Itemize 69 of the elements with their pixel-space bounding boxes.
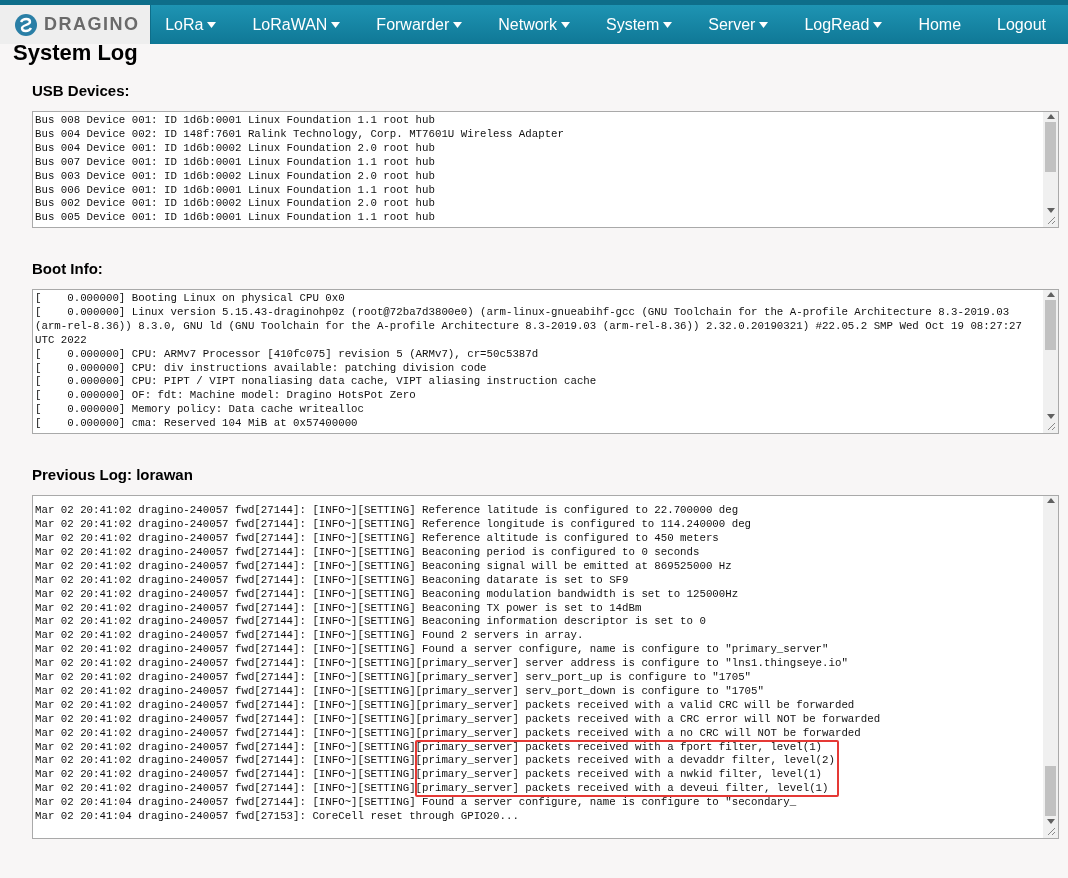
log-line: Bus 008 Device 001: ID 1d6b:0001 Linux Foundation 1.1 root hub bbox=[35, 114, 436, 128]
log-line: Mar 02 20:41:02 dragino-240057 fwd[27144]: [INFO~][SETTING][primary_server] server address is configure to "lns1.thingseye.io" bbox=[35, 657, 849, 672]
resize-grip-icon[interactable] bbox=[1046, 826, 1056, 836]
log-line: [ 0.000000] CPU: PIPT / VIPT nonaliasing data cache, VIPT aliasing instruction cache bbox=[35, 375, 598, 390]
log-line: [ 0.000000] Memory policy: Data cache writealloc bbox=[35, 403, 365, 418]
scrollbar[interactable] bbox=[1043, 112, 1058, 227]
log-line: Mar 02 20:41:02 dragino-240057 fwd[27144]: [INFO~][SETTING][primary_server] serv_port_down is configure to "1705" bbox=[35, 684, 765, 699]
log-line: Bus 004 Device 002: ID 148f:7601 Ralink Technology, Corp. MT7601U Wireless Adapter bbox=[35, 127, 565, 142]
nav-menu-item[interactable]: LoRaWAN bbox=[238, 5, 355, 44]
scroll-down-arrow-icon[interactable] bbox=[1046, 414, 1055, 419]
section-heading: Boot Info: bbox=[32, 260, 104, 278]
log-line: Mar 02 20:41:02 dragino-240057 fwd[27144]: [INFO~][SETTING] Reference altitude is configured to 450 meters bbox=[35, 531, 720, 546]
scrollbar-thumb[interactable] bbox=[1045, 300, 1056, 350]
log-line: Mar 02 20:41:02 dragino-240057 fwd[27144]: [INFO~][SETTING] Beaconing datarate is set to SF9 bbox=[35, 573, 630, 588]
scroll-down-arrow-icon[interactable] bbox=[1046, 208, 1055, 213]
scroll-up-arrow-icon[interactable] bbox=[1046, 498, 1055, 503]
nav-menu-item[interactable]: Home bbox=[904, 5, 976, 44]
log-line: [ 0.000000] cma: Reserved 104 MiB at 0x57400000 bbox=[35, 417, 359, 432]
log-line: Bus 003 Device 001: ID 1d6b:0002 Linux Foundation 2.0 root hub bbox=[35, 169, 436, 184]
log-line: Mar 02 20:41:02 dragino-240057 fwd[27144]: [INFO~][SETTING] Beaconing information descriptor is set to 0 bbox=[35, 615, 707, 630]
log-line: Mar 02 20:41:02 dragino-240057 fwd[27144]: [INFO~][SETTING] Beaconing period is configured to 0 seconds bbox=[35, 545, 701, 560]
log-line: [ 0.000000] CPU: div instructions available: patching division code bbox=[35, 361, 488, 376]
nav-menu-item[interactable]: Network bbox=[484, 5, 584, 44]
section-heading: Previous Log: lorawan bbox=[32, 466, 194, 484]
resize-grip-icon[interactable] bbox=[1046, 215, 1056, 225]
log-line: Mar 02 20:41:02 dragino-240057 fwd[27144]: [INFO~][SETTING][primary_server] serv_port_up is configure to "1705" bbox=[35, 671, 753, 685]
log-line: Mar 02 20:41:02 dragino-240057 fwd[27144]: [INFO~][SETTING][primary_server] packets received with a valid CRC will be forwarded bbox=[35, 698, 856, 713]
log-line: Mar 02 20:41:04 dragino-240057 fwd[27144]: [INFO~][SETTING] Found a server configure, name is configure to "secondary_ bbox=[35, 796, 798, 811]
nav-menu-item[interactable]: LoRa bbox=[151, 5, 231, 44]
scrollbar[interactable] bbox=[1043, 496, 1058, 838]
log-line: Bus 006 Device 001: ID 1d6b:0001 Linux Foundation 1.1 root hub bbox=[35, 183, 436, 198]
nav-menu-item[interactable]: System bbox=[591, 5, 687, 44]
scrollbar[interactable] bbox=[1043, 290, 1058, 433]
log-line: Bus 007 Device 001: ID 1d6b:0001 Linux Foundation 1.1 root hub bbox=[35, 155, 436, 170]
log-line: Mar 02 20:41:02 dragino-240057 fwd[27144]: [INFO~][SETTING][primary_server] packets received with a CRC error will NOT be forwarded bbox=[35, 712, 882, 727]
logo-swirl-icon bbox=[14, 12, 38, 37]
log-line: Mar 02 20:41:02 dragino-240057 fwd[27144]: [INFO~][SETTING] Reference latitude is configured to 22.700000 deg bbox=[35, 504, 740, 519]
log-line: Mar 02 20:41:02 dragino-240057 fwd[27144]: [INFO~][SETTING] Found 2 servers in array. bbox=[35, 629, 585, 644]
log-line: Mar 02 20:41:04 dragino-240057 fwd[27153]: CoreCell reset through GPIO20... bbox=[35, 810, 520, 824]
log-line: Bus 005 Device 001: ID 1d6b:0001 Linux Foundation 1.1 root hub bbox=[35, 211, 436, 226]
log-line: [ 0.000000] CPU: ARMv7 Processor [410fc075] revision 5 (ARMv7), cr=50c5387d bbox=[35, 347, 540, 362]
scrollbar-thumb[interactable] bbox=[1045, 766, 1056, 816]
nav-menu-item[interactable]: Server bbox=[694, 5, 783, 44]
log-line: Bus 004 Device 001: ID 1d6b:0002 Linux Foundation 2.0 root hub bbox=[35, 141, 436, 156]
log-line: Mar 02 20:41:02 dragino-240057 fwd[27144]: [INFO~][SETTING] Reference longitude is configured to 114.240000 deg bbox=[35, 518, 753, 532]
scrollbar-thumb[interactable] bbox=[1045, 122, 1056, 172]
log-line: Mar 02 20:41:02 dragino-240057 fwd[27144]: [INFO~][SETTING] Found a server configure, name is configure to "primary_server" bbox=[35, 643, 830, 658]
logo[interactable]: DRAGINO bbox=[0, 5, 152, 44]
log-line: [ 0.000000] Booting Linux on physical CPU 0x0 bbox=[35, 292, 346, 306]
log-line: Mar 02 20:41:02 dragino-240057 fwd[27144]: [INFO~][SETTING] Beaconing TX power is set to 14dBm bbox=[35, 601, 643, 616]
log-line: Mar 02 20:41:02 dragino-240057 fwd[27144]: [INFO~][SETTING] Beaconing modulation bandwidth is set to 125000Hz bbox=[35, 587, 740, 602]
resize-grip-icon[interactable] bbox=[1046, 421, 1056, 431]
log-line: Mar 02 20:41:02 dragino-240057 fwd[27144]: [INFO~][SETTING] Beaconing signal will be emitted at 869525000 Hz bbox=[35, 559, 733, 574]
scroll-up-arrow-icon[interactable] bbox=[1046, 114, 1055, 119]
logo-text: DRAGINO bbox=[44, 13, 140, 36]
nav-menu-item[interactable]: LogRead bbox=[790, 5, 897, 44]
log-textarea[interactable] bbox=[32, 495, 1059, 839]
log-textarea[interactable] bbox=[32, 111, 1059, 228]
log-textarea[interactable] bbox=[32, 289, 1059, 434]
nav-menu-item[interactable]: Logout bbox=[983, 5, 1060, 44]
scroll-down-arrow-icon[interactable] bbox=[1046, 819, 1055, 824]
scroll-up-arrow-icon[interactable] bbox=[1046, 292, 1055, 297]
page-title: System Log bbox=[13, 42, 139, 64]
log-line: [ 0.000000] Linux version 5.15.43-draginohp0z (root@72ba7d3800e0) (arm-linux-gnueabihf-gcc (GNU Toolchain for the A-profile Architecture 8.3-2019.03 (arm-rel-8.36)) 8.3.0, GNU ld (GNU Toolchain for the A-profile Architecture 8.3-2019.03 (arm-rel-8.36)) 2.32.0.20190321) #22.05.2 SMP Wed Oct 19 08:27:27 UTC 2022 bbox=[35, 305, 1023, 348]
log-line: Mar 02 20:41:02 dragino-240057 fwd[27144]: [INFO~][SETTING][primary_server] packets received with a no CRC will NOT be forwarded bbox=[35, 726, 862, 741]
log-line: Bus 002 Device 001: ID 1d6b:0002 Linux Foundation 2.0 root hub bbox=[35, 197, 436, 212]
section-heading: USB Devices: bbox=[32, 82, 131, 100]
nav-menu-item[interactable]: Forwarder bbox=[362, 5, 477, 44]
log-line: [ 0.000000] OF: fdt: Machine model: Dragino HotsPot Zero bbox=[35, 389, 417, 404]
